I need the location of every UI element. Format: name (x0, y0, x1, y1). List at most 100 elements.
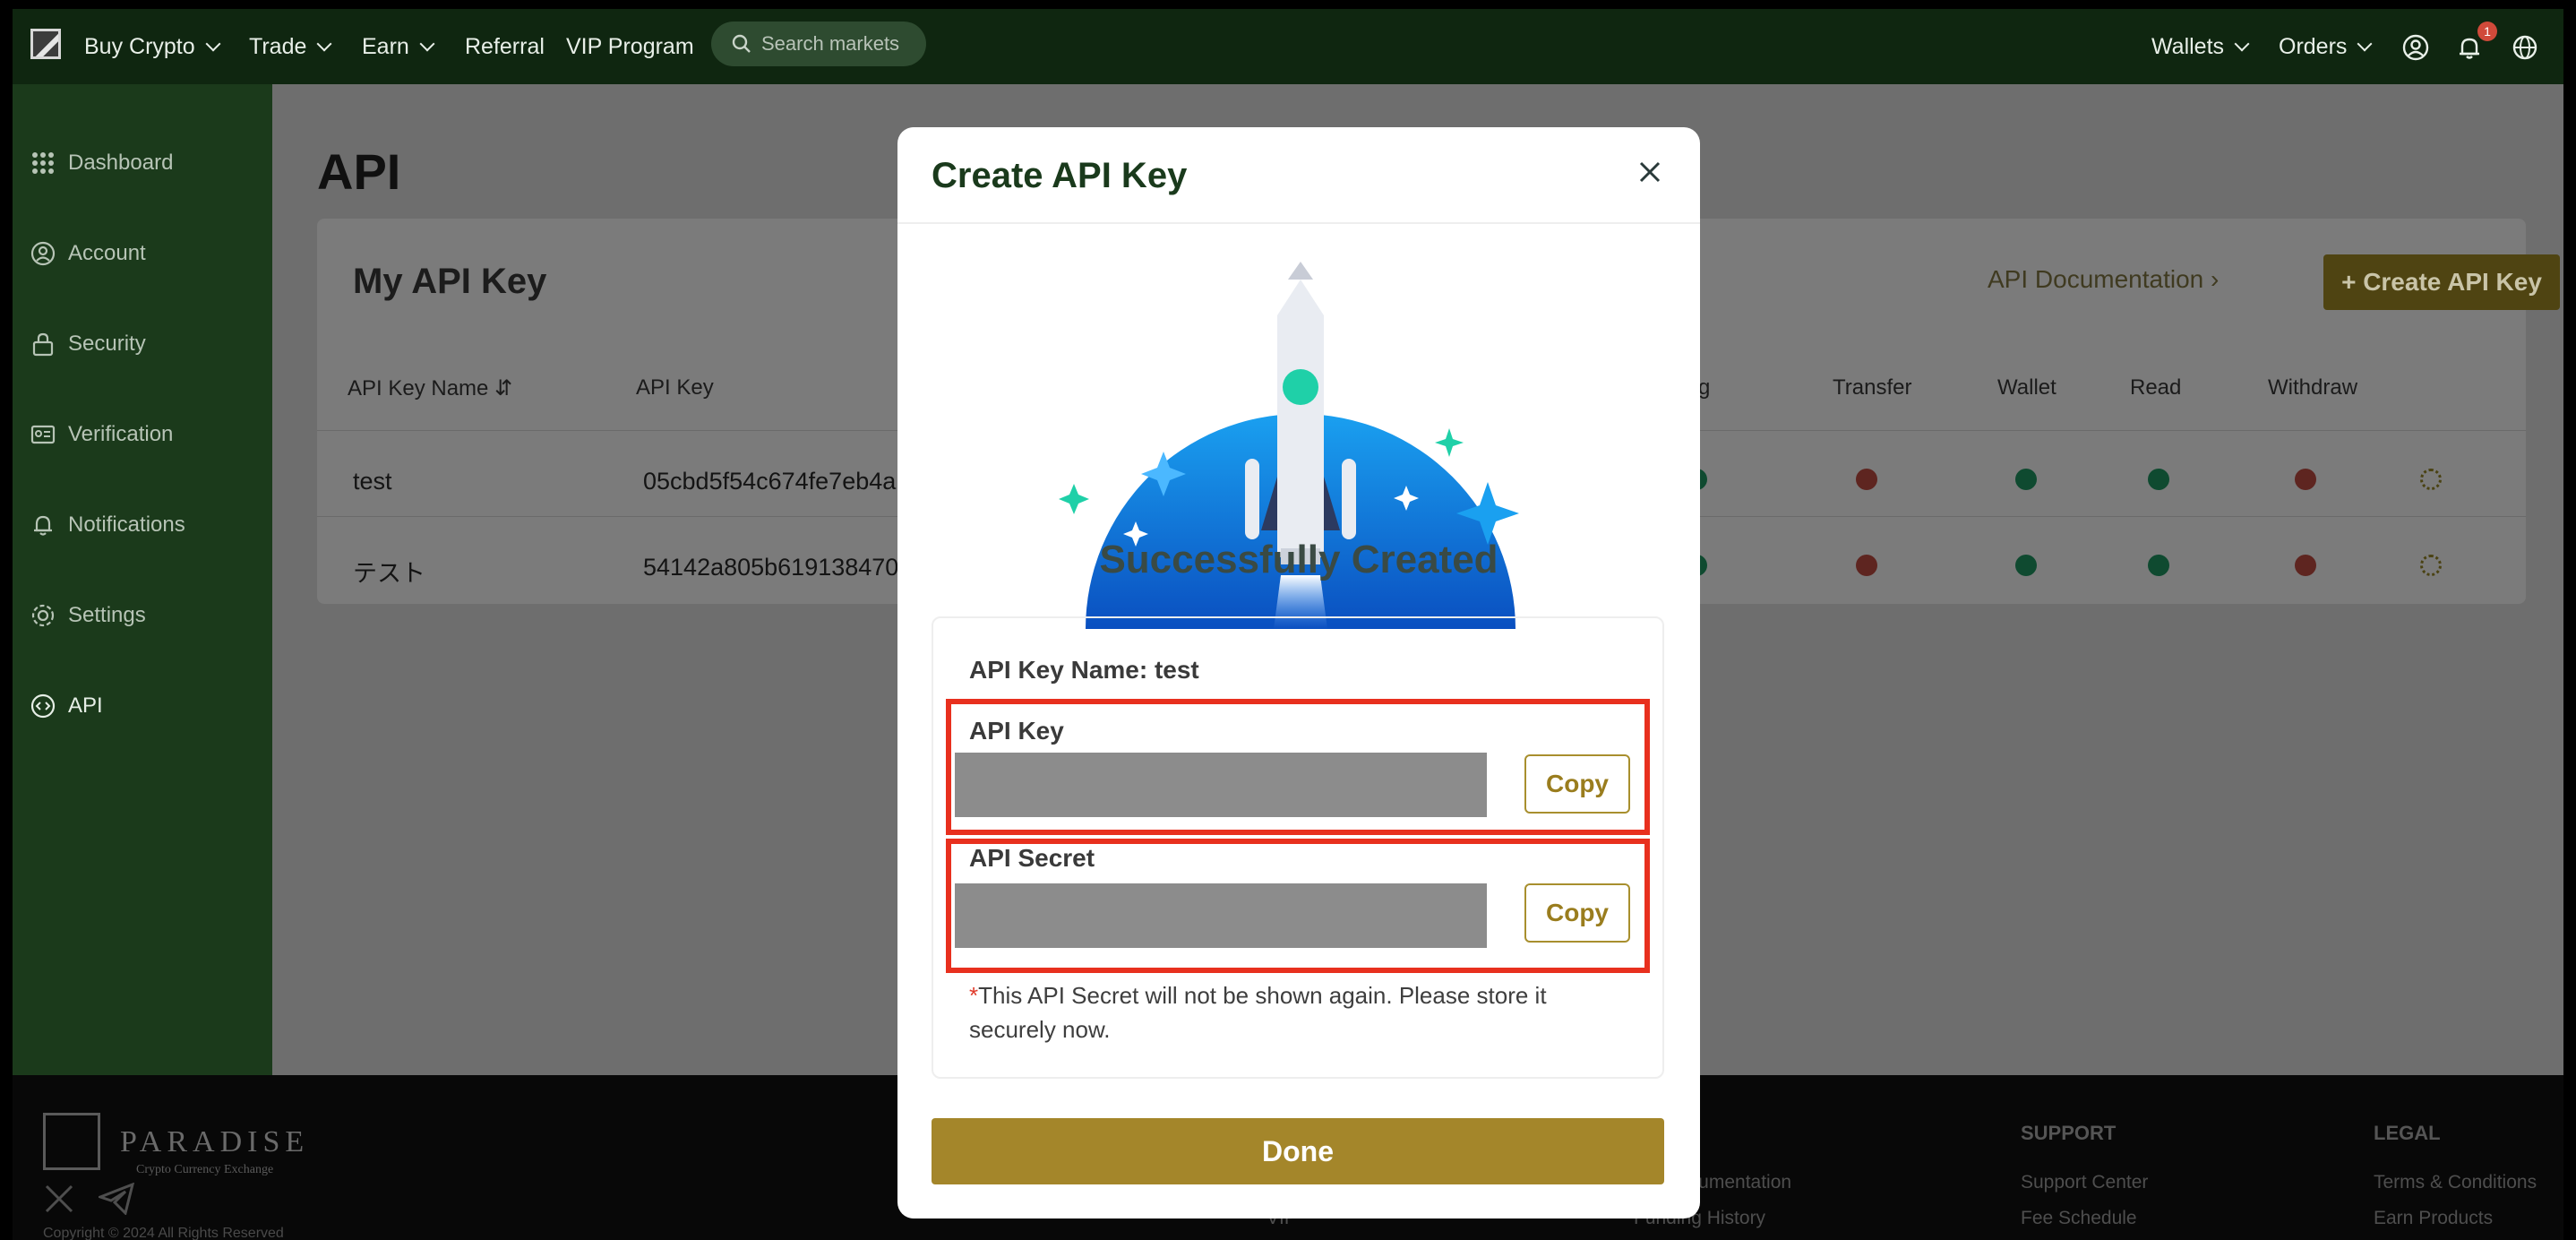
col-api-key: API Key (636, 375, 714, 400)
x-twitter-icon[interactable] (43, 1183, 75, 1215)
app-window: Buy Crypto Trade Earn Referral VIP Progr… (13, 9, 2563, 1240)
col-api-key-name[interactable]: API Key Name ⇵ (348, 375, 512, 401)
row-1-read-check-icon (2148, 555, 2169, 576)
bell-icon[interactable] (2456, 34, 2483, 61)
nav-referral[interactable]: Referral (465, 29, 545, 65)
brand-tagline: Crypto Currency Exchange (136, 1163, 274, 1176)
bell-icon (34, 515, 52, 536)
footer-link-earn-products[interactable]: Earn Products (2374, 1208, 2493, 1229)
user-icon (30, 241, 56, 266)
nav-label: Referral (465, 33, 545, 59)
create-api-key-modal: Create API Key Successfully Created API … (897, 127, 1700, 1218)
footer-legal-heading: LEGAL (2374, 1122, 2441, 1144)
chevron-down-icon (205, 36, 221, 52)
nav-label: Wallets (2151, 33, 2225, 59)
code-icon (30, 693, 56, 719)
nav-buy-crypto[interactable]: Buy Crypto (84, 29, 221, 65)
modal-header: Create API Key (897, 127, 1700, 224)
nav-label: Trade (249, 33, 307, 59)
user-profile-icon[interactable] (2402, 34, 2429, 61)
grid-icon (32, 152, 54, 174)
warning-text: This API Secret will not be shown again.… (969, 982, 1547, 1043)
row-0-settings-gear-icon[interactable] (2420, 469, 2442, 490)
nav-label: Orders (2279, 33, 2348, 59)
link-label: API Documentation (1988, 265, 2204, 293)
sidebar-item-label: Notifications (68, 512, 185, 537)
chevron-down-icon (419, 36, 435, 52)
secret-warning-note: *This API Secret will not be shown again… (969, 978, 1596, 1046)
nav-wallets[interactable]: Wallets (2151, 29, 2250, 65)
col-read: Read (2130, 375, 2182, 400)
nav-earn[interactable]: Earn (362, 29, 435, 65)
api-key-name-label: API Key Name: test (969, 656, 1199, 684)
modal-title: Create API Key (932, 156, 1188, 195)
footer-link-fee-schedule[interactable]: Fee Schedule (2021, 1208, 2137, 1229)
nav-label: Buy Crypto (84, 33, 195, 59)
chevron-down-icon (2234, 36, 2250, 52)
card-title: My API Key (353, 262, 547, 301)
api-key-label: API Key (969, 717, 1064, 745)
row-1-name: テスト (353, 560, 425, 587)
footer-support-heading: SUPPORT (2021, 1122, 2117, 1144)
sidebar-item-label: API (68, 693, 103, 718)
chevron-down-icon (316, 36, 332, 52)
col-wallet: Wallet (1997, 375, 2057, 400)
nav-label: VIP Program (566, 33, 694, 59)
sidebar-item-notifications[interactable]: Notifications (30, 507, 185, 543)
copy-api-key-button[interactable]: Copy (1524, 754, 1630, 814)
nav-label: Earn (362, 33, 409, 59)
lock-icon (32, 332, 54, 357)
row-1-key: 54142a805b619138470 (643, 554, 899, 581)
create-api-key-button[interactable]: + Create API Key (2323, 254, 2560, 310)
required-asterisk: * (969, 982, 979, 1009)
gear-icon (31, 604, 55, 627)
sidebar-item-api[interactable]: API (30, 688, 103, 724)
sidebar-item-label: Security (68, 332, 146, 356)
nav-orders[interactable]: Orders (2279, 29, 2373, 65)
globe-icon[interactable] (2512, 34, 2538, 61)
nav-trade[interactable]: Trade (249, 29, 332, 65)
sidebar-item-security[interactable]: Security (30, 326, 146, 362)
api-key-value-redacted (955, 753, 1487, 817)
chevron-down-icon (2357, 36, 2373, 52)
row-0-transfer-x-icon (1856, 469, 1877, 490)
sidebar-item-label: Verification (68, 422, 174, 446)
row-1-settings-gear-icon[interactable] (2420, 555, 2442, 576)
top-nav: Buy Crypto Trade Earn Referral VIP Progr… (13, 9, 2563, 84)
search-input[interactable] (761, 32, 923, 56)
search-icon (732, 34, 751, 53)
sidebar-item-account[interactable]: Account (30, 236, 146, 271)
row-1-withdraw-x-icon (2295, 555, 2316, 576)
copy-api-secret-button[interactable]: Copy (1524, 883, 1630, 943)
done-button[interactable]: Done (932, 1118, 1664, 1184)
api-secret-value-redacted (955, 883, 1487, 948)
row-0-read-check-icon (2148, 469, 2169, 490)
telegram-icon[interactable] (99, 1183, 134, 1215)
sidebar-item-label: Account (68, 241, 146, 265)
row-0-key: 05cbd5f54c674fe7eb4a (643, 468, 897, 495)
sidebar-item-dashboard[interactable]: Dashboard (30, 145, 173, 181)
close-icon[interactable] (1632, 154, 1668, 190)
footer-link-terms[interactable]: Terms & Conditions (2374, 1172, 2537, 1193)
row-1-transfer-x-icon (1856, 555, 1877, 576)
sidebar-item-verification[interactable]: Verification (30, 417, 173, 452)
logo-icon[interactable] (30, 29, 61, 59)
search-bar[interactable] (711, 22, 926, 66)
api-credentials-box: API Key Name: test API Key Copy API Secr… (932, 616, 1664, 1079)
nav-vip-program[interactable]: VIP Program (566, 29, 694, 65)
id-card-icon (30, 425, 56, 444)
page-title: API (317, 143, 401, 200)
row-0-wallet-check-icon (2015, 469, 2037, 490)
col-withdraw: Withdraw (2268, 375, 2358, 400)
brand-name: PARADISE (120, 1125, 310, 1158)
success-message: Successfully Created (1099, 538, 1498, 581)
api-documentation-link[interactable]: API Documentation › (1988, 265, 2219, 294)
footer-link-support-center[interactable]: Support Center (2021, 1172, 2148, 1193)
sidebar: Dashboard Account Security Verification … (13, 84, 272, 1075)
col-label: API Key Name (348, 376, 489, 400)
sidebar-item-label: Settings (68, 603, 146, 627)
notification-badge: 1 (2477, 22, 2497, 41)
paradise-logo-icon (43, 1113, 100, 1170)
sidebar-item-settings[interactable]: Settings (30, 598, 146, 633)
col-transfer: Transfer (1833, 375, 1912, 400)
